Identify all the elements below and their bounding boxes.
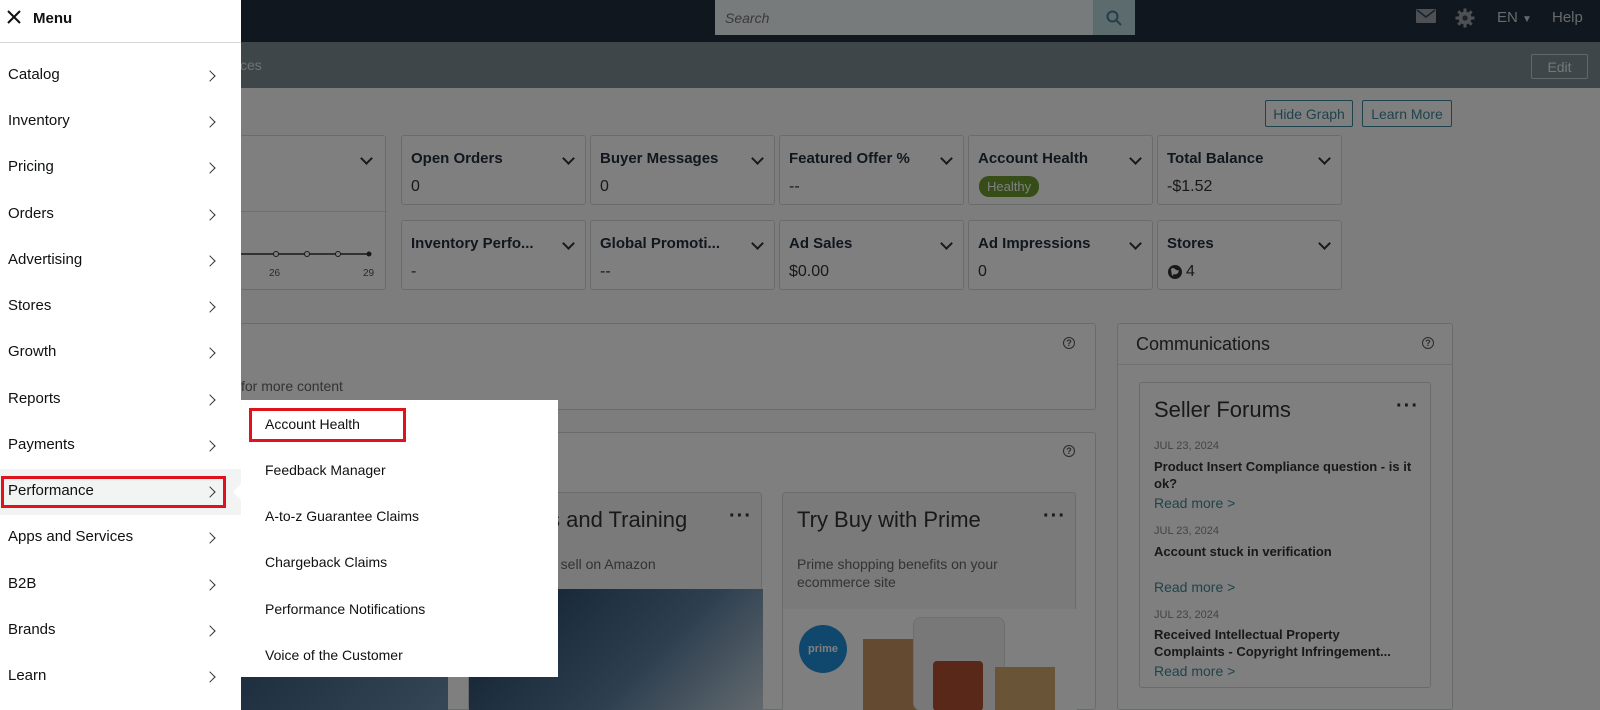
menu-title: Menu (33, 10, 73, 27)
menu-item-label: Brands (8, 621, 56, 638)
menu-item-label: Advertising (8, 251, 83, 268)
chevron-right-icon (204, 301, 216, 313)
close-icon[interactable] (7, 10, 21, 24)
submenu-item-feedback-manager[interactable]: Feedback Manager (265, 462, 386, 478)
account-health-highlight-box (249, 408, 406, 442)
chevron-right-icon (204, 394, 216, 406)
chevron-right-icon (204, 347, 216, 359)
menu-item-label: Learn (8, 667, 47, 684)
chevron-right-icon (204, 532, 216, 544)
menu-item-pricing[interactable]: Pricing (0, 145, 241, 191)
submenu-item-performance-notifications[interactable]: Performance Notifications (265, 601, 425, 617)
menu-item-label: Stores (8, 297, 52, 314)
chevron-right-icon (204, 440, 216, 452)
chevron-right-icon (204, 255, 216, 267)
menu-item-b2b[interactable]: B2B (0, 562, 241, 608)
submenu-item-a-to-z-claims[interactable]: A-to-z Guarantee Claims (265, 508, 419, 524)
submenu-pointer (233, 484, 241, 500)
submenu-item-chargeback-claims[interactable]: Chargeback Claims (265, 554, 387, 570)
chevron-right-icon (204, 579, 216, 591)
menu-item-label: Pricing (8, 158, 54, 175)
menu-item-reports[interactable]: Reports (0, 377, 241, 423)
performance-highlight-box (1, 476, 226, 508)
menu-header: Menu (0, 0, 241, 43)
menu-item-advertising[interactable]: Advertising (0, 238, 241, 284)
chevron-right-icon (204, 625, 216, 637)
menu-item-growth[interactable]: Growth (0, 330, 241, 376)
menu-item-stores[interactable]: Stores (0, 284, 241, 330)
menu-item-label: B2B (8, 575, 37, 592)
menu-item-apps-and-services[interactable]: Apps and Services (0, 515, 241, 561)
menu-item-label: Payments (8, 436, 75, 453)
menu-item-orders[interactable]: Orders (0, 192, 241, 238)
menu-item-label: Orders (8, 205, 54, 222)
chevron-right-icon (204, 671, 216, 683)
chevron-right-icon (204, 116, 216, 128)
side-menu: Menu Catalog Inventory Pricing Orders Ad… (0, 0, 241, 710)
menu-item-payments[interactable]: Payments (0, 423, 241, 469)
chevron-right-icon (204, 70, 216, 82)
chevron-right-icon (204, 209, 216, 221)
menu-item-label: Apps and Services (8, 528, 134, 545)
menu-item-learn[interactable]: Learn (0, 654, 241, 700)
menu-item-label: Inventory (8, 112, 70, 129)
menu-item-brands[interactable]: Brands (0, 608, 241, 654)
chevron-right-icon (204, 162, 216, 174)
menu-item-label: Growth (8, 343, 57, 360)
menu-item-label: Reports (8, 390, 61, 407)
submenu-item-voice-of-the-customer[interactable]: Voice of the Customer (265, 647, 403, 663)
menu-item-inventory[interactable]: Inventory (0, 99, 241, 145)
menu-item-label: Catalog (8, 66, 60, 83)
menu-item-catalog[interactable]: Catalog (0, 53, 241, 99)
